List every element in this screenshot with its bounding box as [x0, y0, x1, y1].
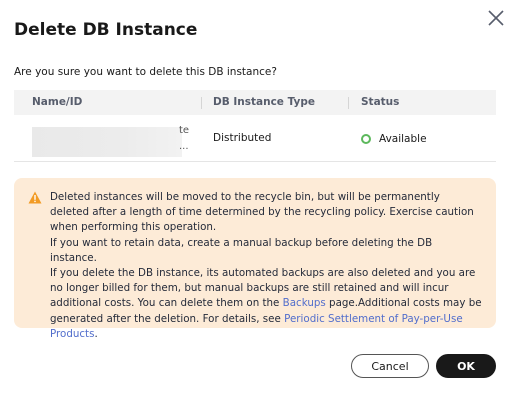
status-available-icon	[361, 134, 371, 144]
instance-type: Distributed	[213, 132, 272, 144]
delete-db-instance-dialog: Delete DB Instance Are you sure you want…	[0, 0, 512, 405]
ok-button[interactable]: OK	[436, 354, 496, 378]
column-divider	[201, 97, 202, 109]
instance-table: Name/ID DB Instance Type Status te ... D…	[14, 90, 496, 162]
cancel-button[interactable]: Cancel	[351, 354, 429, 378]
status-text: Available	[379, 133, 427, 145]
warning-text-part: .	[94, 327, 98, 340]
column-header-type: DB Instance Type	[213, 96, 315, 108]
warning-text-billing: If you delete the DB instance, its autom…	[50, 266, 482, 342]
redacted-instance-name	[32, 127, 182, 157]
column-header-status: Status	[361, 96, 400, 108]
backups-link[interactable]: Backups	[283, 297, 326, 309]
instance-name-ellipsis: ...	[179, 141, 189, 152]
warning-notice: Deleted instances will be moved to the r…	[14, 178, 496, 340]
instance-name-fragment: te	[179, 125, 190, 136]
table-row: te ... Distributed Available	[14, 115, 496, 162]
column-header-name: Name/ID	[32, 96, 83, 108]
close-icon[interactable]	[486, 8, 506, 28]
warning-text-backup: If you want to retain data, create a man…	[50, 236, 433, 264]
column-divider	[348, 97, 349, 109]
warning-text-recycle: Deleted instances will be moved to the r…	[50, 191, 474, 234]
warning-icon	[28, 191, 42, 204]
table-header: Name/ID DB Instance Type Status	[14, 90, 496, 115]
instance-status: Available	[361, 133, 427, 145]
confirm-question: Are you sure you want to delete this DB …	[14, 66, 277, 78]
dialog-title: Delete DB Instance	[14, 20, 198, 40]
